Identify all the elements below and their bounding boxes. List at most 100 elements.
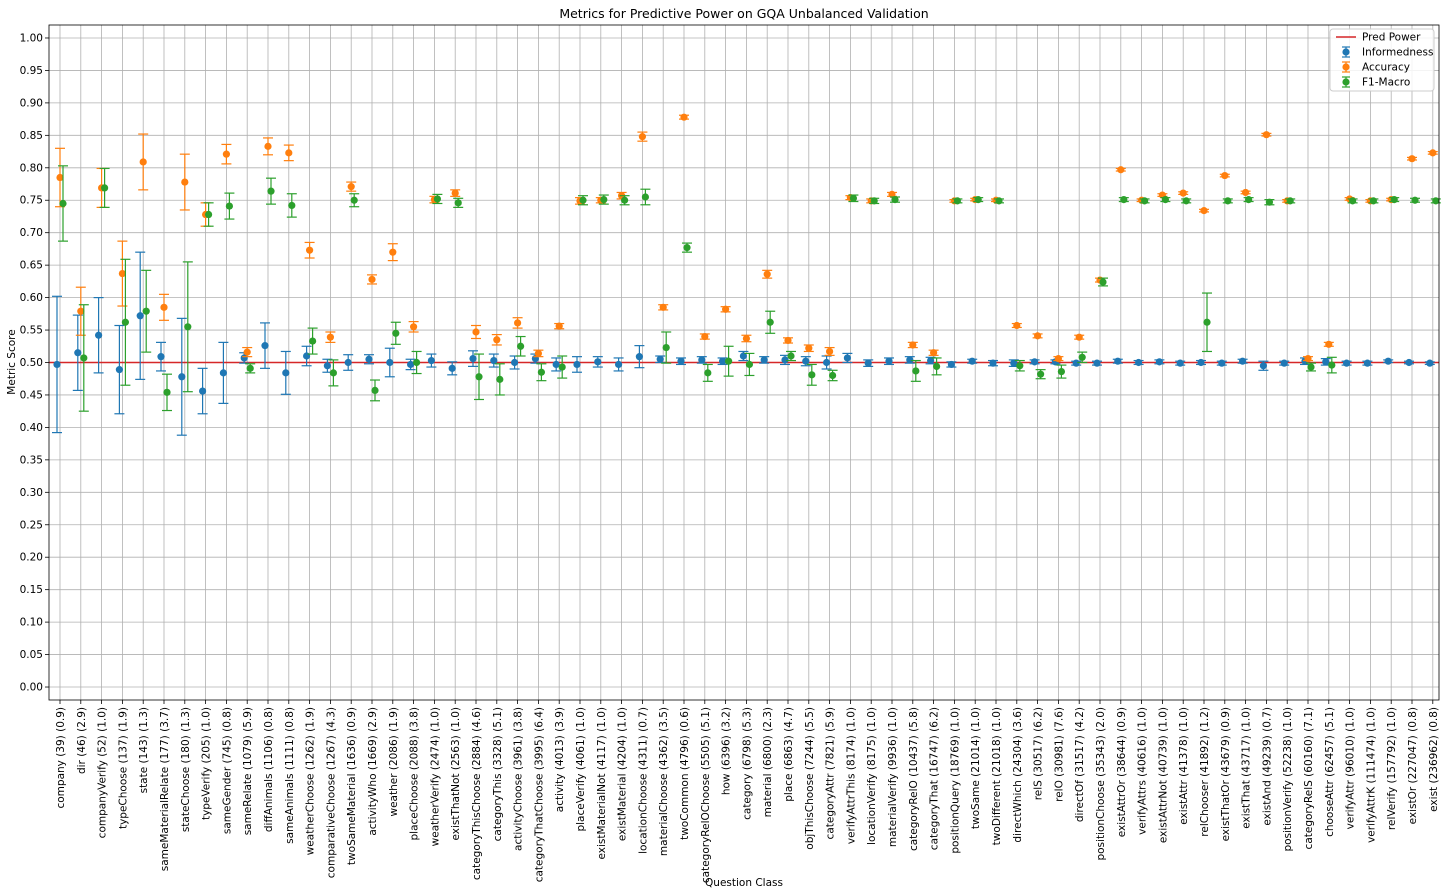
informedness-point bbox=[1343, 359, 1351, 367]
f1-macro-point bbox=[1432, 197, 1440, 205]
accuracy-point bbox=[285, 149, 293, 157]
x-tick-label: comparativeChoose (1267) (4.3) bbox=[325, 707, 337, 878]
x-tick-label: directOf (31517) (4.2) bbox=[1074, 707, 1086, 822]
x-tick-label: categoryAttr (7821) (5.9) bbox=[825, 707, 837, 839]
informedness-point bbox=[1280, 359, 1288, 367]
f1-macro-point bbox=[621, 196, 629, 204]
informedness-point bbox=[573, 360, 581, 369]
y-tick-label: 0.25 bbox=[20, 519, 43, 531]
x-tick-label: sameGender (745) (0.8) bbox=[221, 707, 233, 834]
informedness-point bbox=[1197, 358, 1205, 367]
x-tick-label: material (6800) (2.3) bbox=[762, 707, 774, 817]
accuracy-point bbox=[1408, 155, 1416, 163]
accuracy-point bbox=[1075, 333, 1083, 341]
f1-macro-point bbox=[1141, 197, 1149, 205]
y-tick-label: 0.35 bbox=[20, 454, 43, 466]
f1-macro-point bbox=[787, 352, 795, 360]
accuracy-point bbox=[160, 303, 168, 311]
informedness-point bbox=[323, 362, 331, 370]
f1-macro-point bbox=[267, 187, 275, 195]
x-tick-label: existMaterialNot (4117) (1.0) bbox=[596, 707, 608, 860]
f1-macro-point bbox=[1016, 362, 1024, 370]
legend-accuracy-label: Accuracy bbox=[1362, 62, 1410, 74]
f1-macro-point bbox=[205, 210, 213, 219]
series-informedness bbox=[52, 251, 1435, 436]
x-tick-label: categoryThatChoose (3995) (6.4) bbox=[533, 707, 545, 882]
f1-macro-point bbox=[1349, 197, 1357, 205]
x-tick-label: existMaterial (4204) (1.0) bbox=[617, 707, 629, 841]
legend-pred-power-label: Pred Power bbox=[1362, 32, 1421, 44]
x-tick-label: locationVerify (8175) (1.0) bbox=[866, 707, 878, 845]
x-tick-label: diffAnimals (1106) (0.8) bbox=[263, 707, 275, 832]
informedness-point bbox=[74, 349, 82, 357]
x-tick-label: existAttrOr (38644) (0.9) bbox=[1116, 707, 1128, 837]
informedness-point bbox=[1363, 359, 1371, 367]
legend-informedness-marker bbox=[1342, 48, 1350, 56]
x-tick-label: categoryThat (16747) (6.2) bbox=[929, 707, 941, 850]
accuracy-point bbox=[930, 349, 938, 357]
legend-informedness-label: Informedness bbox=[1362, 47, 1433, 59]
x-tick-label: verifyAttr (96010) (1.0) bbox=[1345, 707, 1357, 829]
y-axis: 0.00 0.05 0.10 0.15 0.20 0.25 0.30 0.35 0.40 0.45… bbox=[20, 32, 49, 694]
f1-macro-point bbox=[246, 364, 254, 372]
accuracy-point bbox=[534, 349, 543, 358]
x-tick-label: existOr (227047) (0.8) bbox=[1407, 707, 1419, 824]
f1-macro-point bbox=[1411, 196, 1419, 204]
x-tick-label: dir (46) (2.9) bbox=[76, 707, 88, 774]
informedness-point bbox=[1135, 358, 1143, 367]
f1-macro-point bbox=[725, 357, 733, 365]
accuracy-point bbox=[1034, 332, 1042, 340]
x-tick-label: weather (2086) (1.9) bbox=[388, 707, 400, 817]
x-tick-label: verifyAttrK (111474) (1.0) bbox=[1365, 707, 1377, 843]
accuracy-point bbox=[680, 113, 688, 121]
informedness-point bbox=[781, 356, 789, 364]
chart-title: Metrics for Predictive Power on GQA Unba… bbox=[559, 6, 928, 21]
accuracy-point bbox=[1262, 131, 1270, 139]
x-tick-label: existThatOr (43679) (0.9) bbox=[1220, 707, 1232, 841]
accuracy-point bbox=[722, 305, 730, 313]
f1-macro-point bbox=[849, 194, 858, 202]
y-tick-label: 0.70 bbox=[20, 227, 43, 239]
x-tick-label: exist (236962) (0.8) bbox=[1428, 707, 1440, 812]
informedness-point bbox=[1072, 359, 1080, 367]
f1-macro-point bbox=[1265, 198, 1273, 206]
f1-macro-point bbox=[891, 195, 899, 204]
f1-macro-point bbox=[870, 197, 878, 205]
x-tick-label: categoryRelOChoose (5505) (5.1) bbox=[700, 707, 712, 883]
x-tick-label: verifyAttrs (40616) (1.0) bbox=[1137, 707, 1149, 835]
x-tick-label: placeChoose (2088) (3.8) bbox=[409, 707, 421, 841]
accuracy-point bbox=[1325, 340, 1333, 348]
y-tick-label: 0.50 bbox=[20, 357, 43, 369]
informedness-point bbox=[490, 356, 498, 365]
f1-macro-point bbox=[953, 197, 962, 205]
x-tick-label: twoSame (21014) (1.0) bbox=[970, 707, 982, 829]
informedness-point bbox=[1093, 359, 1101, 367]
accuracy-point bbox=[638, 133, 647, 141]
x-tick-label: existThat (43717) (1.0) bbox=[1241, 707, 1253, 829]
x-tick-label: positionQuery (18769) (1.0) bbox=[949, 707, 961, 854]
accuracy-point bbox=[826, 347, 834, 356]
x-tick-label: sameRelate (1079) (5.9) bbox=[242, 707, 254, 835]
f1-macro-point bbox=[184, 323, 192, 331]
informedness-point bbox=[698, 356, 706, 364]
y-tick-label: 0.80 bbox=[20, 162, 43, 174]
x-tick-label: how (6396) (3.2) bbox=[721, 707, 733, 795]
accuracy-point bbox=[368, 275, 376, 284]
x-tick-label: verifyAttrThis (8174) (1.0) bbox=[845, 707, 857, 844]
x-tick-label: twoDifferent (21018) (1.0) bbox=[991, 707, 1003, 845]
accuracy-point bbox=[472, 328, 480, 336]
f1-macro-point bbox=[766, 318, 774, 326]
x-tick-label: relS (30517) (6.2) bbox=[1033, 707, 1045, 800]
f1-macro-point bbox=[995, 197, 1003, 205]
x-tick-label: materialVerify (9936) (1.0) bbox=[887, 707, 899, 847]
x-tick-label: objThisChoose (7244) (5.5) bbox=[804, 707, 816, 850]
f1-macro-point bbox=[1182, 197, 1190, 205]
informedness-point bbox=[989, 359, 997, 367]
informedness-point bbox=[1426, 359, 1434, 367]
data-marks bbox=[52, 113, 1441, 436]
accuracy-point bbox=[264, 142, 272, 150]
informedness-point bbox=[178, 373, 186, 381]
accuracy-point bbox=[742, 334, 751, 343]
accuracy-point bbox=[139, 158, 147, 166]
informedness-point bbox=[1239, 357, 1247, 365]
